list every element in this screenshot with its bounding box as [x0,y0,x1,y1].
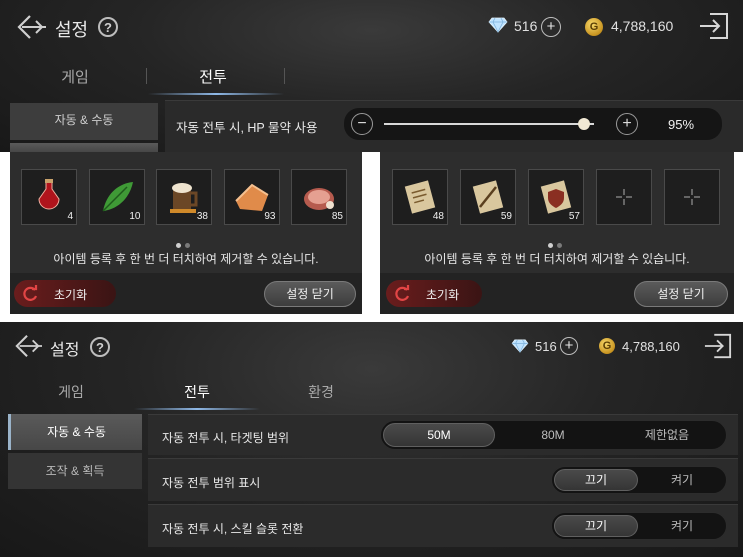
diamond-icon [488,17,508,33]
decrease-button[interactable]: − [351,113,373,135]
skill-slot-label: 자동 전투 시, 스킬 슬롯 전환 [162,522,304,536]
right-quickslot-panel: 48 59 57 아이템 등록 후 한 번 더 터치하여 제거할 수 있습니다. 초… [380,152,734,314]
sidebar-item-selected[interactable] [10,143,158,152]
hp-potion-label: 자동 전투 시, HP 물약 사용 [176,121,318,135]
sidebar-item-auto-manual[interactable]: 자동 & 수동 [10,103,158,140]
help-icon[interactable]: ? [98,17,118,37]
option-off[interactable]: 끄기 [554,515,638,537]
item-slot[interactable]: 57 [528,169,584,225]
page-title: 설정 [50,342,80,359]
option-unlimited[interactable]: 제한없음 [611,423,723,447]
item-count: 59 [500,211,512,222]
bottom-settings-screen: 설정 ? 516 + G 4,788,160 게임 전투 환경 자동 & 수동 … [0,322,743,557]
item-count: 4 [67,211,73,222]
empty-slot-icon [604,177,644,222]
close-settings-button[interactable]: 설정 닫기 [264,281,356,307]
item-count: 93 [264,211,276,222]
item-slot[interactable]: 48 [392,169,448,225]
option-on[interactable]: 켜기 [640,469,724,491]
add-diamond-button[interactable]: + [560,337,578,355]
reset-button[interactable]: 초기화 [386,280,482,307]
tab-combat[interactable]: 전투 [162,382,232,402]
help-icon[interactable]: ? [90,337,110,357]
item-count: 48 [432,211,444,222]
gold-amount: 4,788,160 [622,339,680,354]
hp-potion-slider-handle[interactable] [577,118,590,130]
refresh-icon [23,285,38,301]
close-settings-button[interactable]: 설정 닫기 [634,281,728,307]
left-quickslot-panel: 4 10 38 93 85 아이템 등록 후 한 번 더 터치하여 제거할 수 있습니다… [10,152,362,314]
option-off[interactable]: 끄기 [554,469,638,491]
tab-game[interactable]: 게임 [36,382,106,402]
reset-button[interactable]: 초기화 [14,280,116,307]
hp-potion-percent: 95% [668,117,695,132]
active-tab-indicator [134,408,260,410]
diamond-icon [511,339,529,353]
item-slot[interactable]: 10 [88,169,145,225]
tab-combat[interactable]: 전투 [178,66,248,87]
diamond-amount: 516 [535,339,557,354]
item-slot[interactable] [596,169,652,225]
refresh-icon [395,285,410,301]
item-count: 57 [568,211,580,222]
exit-icon[interactable] [698,11,730,41]
option-50m[interactable]: 50M [383,423,495,447]
sidebar-item-control-loot[interactable]: 조작 & 획득 [8,453,142,489]
tab-game[interactable]: 게임 [40,66,110,87]
sidebar-item-auto-manual[interactable]: 자동 & 수동 [8,414,142,450]
range-display-toggle: 끄기 켜기 [551,466,727,494]
back-arrow-icon[interactable] [14,12,48,42]
option-80m[interactable]: 80M [497,423,609,447]
item-slot[interactable] [664,169,720,225]
targeting-range-selector: 50M 80M 제한없음 [380,420,727,450]
empty-slot-icon [672,177,712,222]
item-slot[interactable]: 38 [156,169,212,225]
item-slot[interactable]: 59 [460,169,516,225]
gold-amount: 4,788,160 [611,18,674,34]
item-count: 85 [331,211,343,222]
item-count: 10 [129,211,141,222]
page-title: 설정 [55,20,89,40]
gold-icon: G [585,18,603,36]
increase-button[interactable]: + [616,113,638,135]
item-count: 38 [196,211,208,222]
skill-slot-toggle: 끄기 켜기 [551,512,727,540]
active-tab-indicator [148,93,284,95]
tab-divider [146,68,147,84]
gold-icon: G [599,338,615,354]
hint-text: 아이템 등록 후 한 번 더 터치하여 제거할 수 있습니다. [424,252,690,266]
targeting-range-label: 자동 전투 시, 타겟팅 범위 [162,431,290,445]
diamond-amount: 516 [514,18,538,34]
item-slot[interactable]: 4 [21,169,77,225]
back-arrow-icon[interactable] [12,332,44,360]
hint-text: 아이템 등록 후 한 번 더 터치하여 제거할 수 있습니다. [53,252,319,266]
item-slot[interactable]: 93 [223,169,280,225]
top-settings-screen: 설정 ? 516 + G 4,788,160 게임 전투 자동 & 수동 자동 … [0,0,743,153]
tab-divider [284,68,285,84]
hp-potion-slider-track[interactable] [384,123,594,125]
red-potion-icon [29,177,69,222]
item-slot[interactable]: 85 [291,169,347,225]
option-on[interactable]: 켜기 [640,515,724,537]
exit-icon[interactable] [703,332,733,360]
tab-environment[interactable]: 환경 [286,382,356,402]
add-diamond-button[interactable]: + [541,17,561,37]
range-display-label: 자동 전투 범위 표시 [162,476,261,490]
